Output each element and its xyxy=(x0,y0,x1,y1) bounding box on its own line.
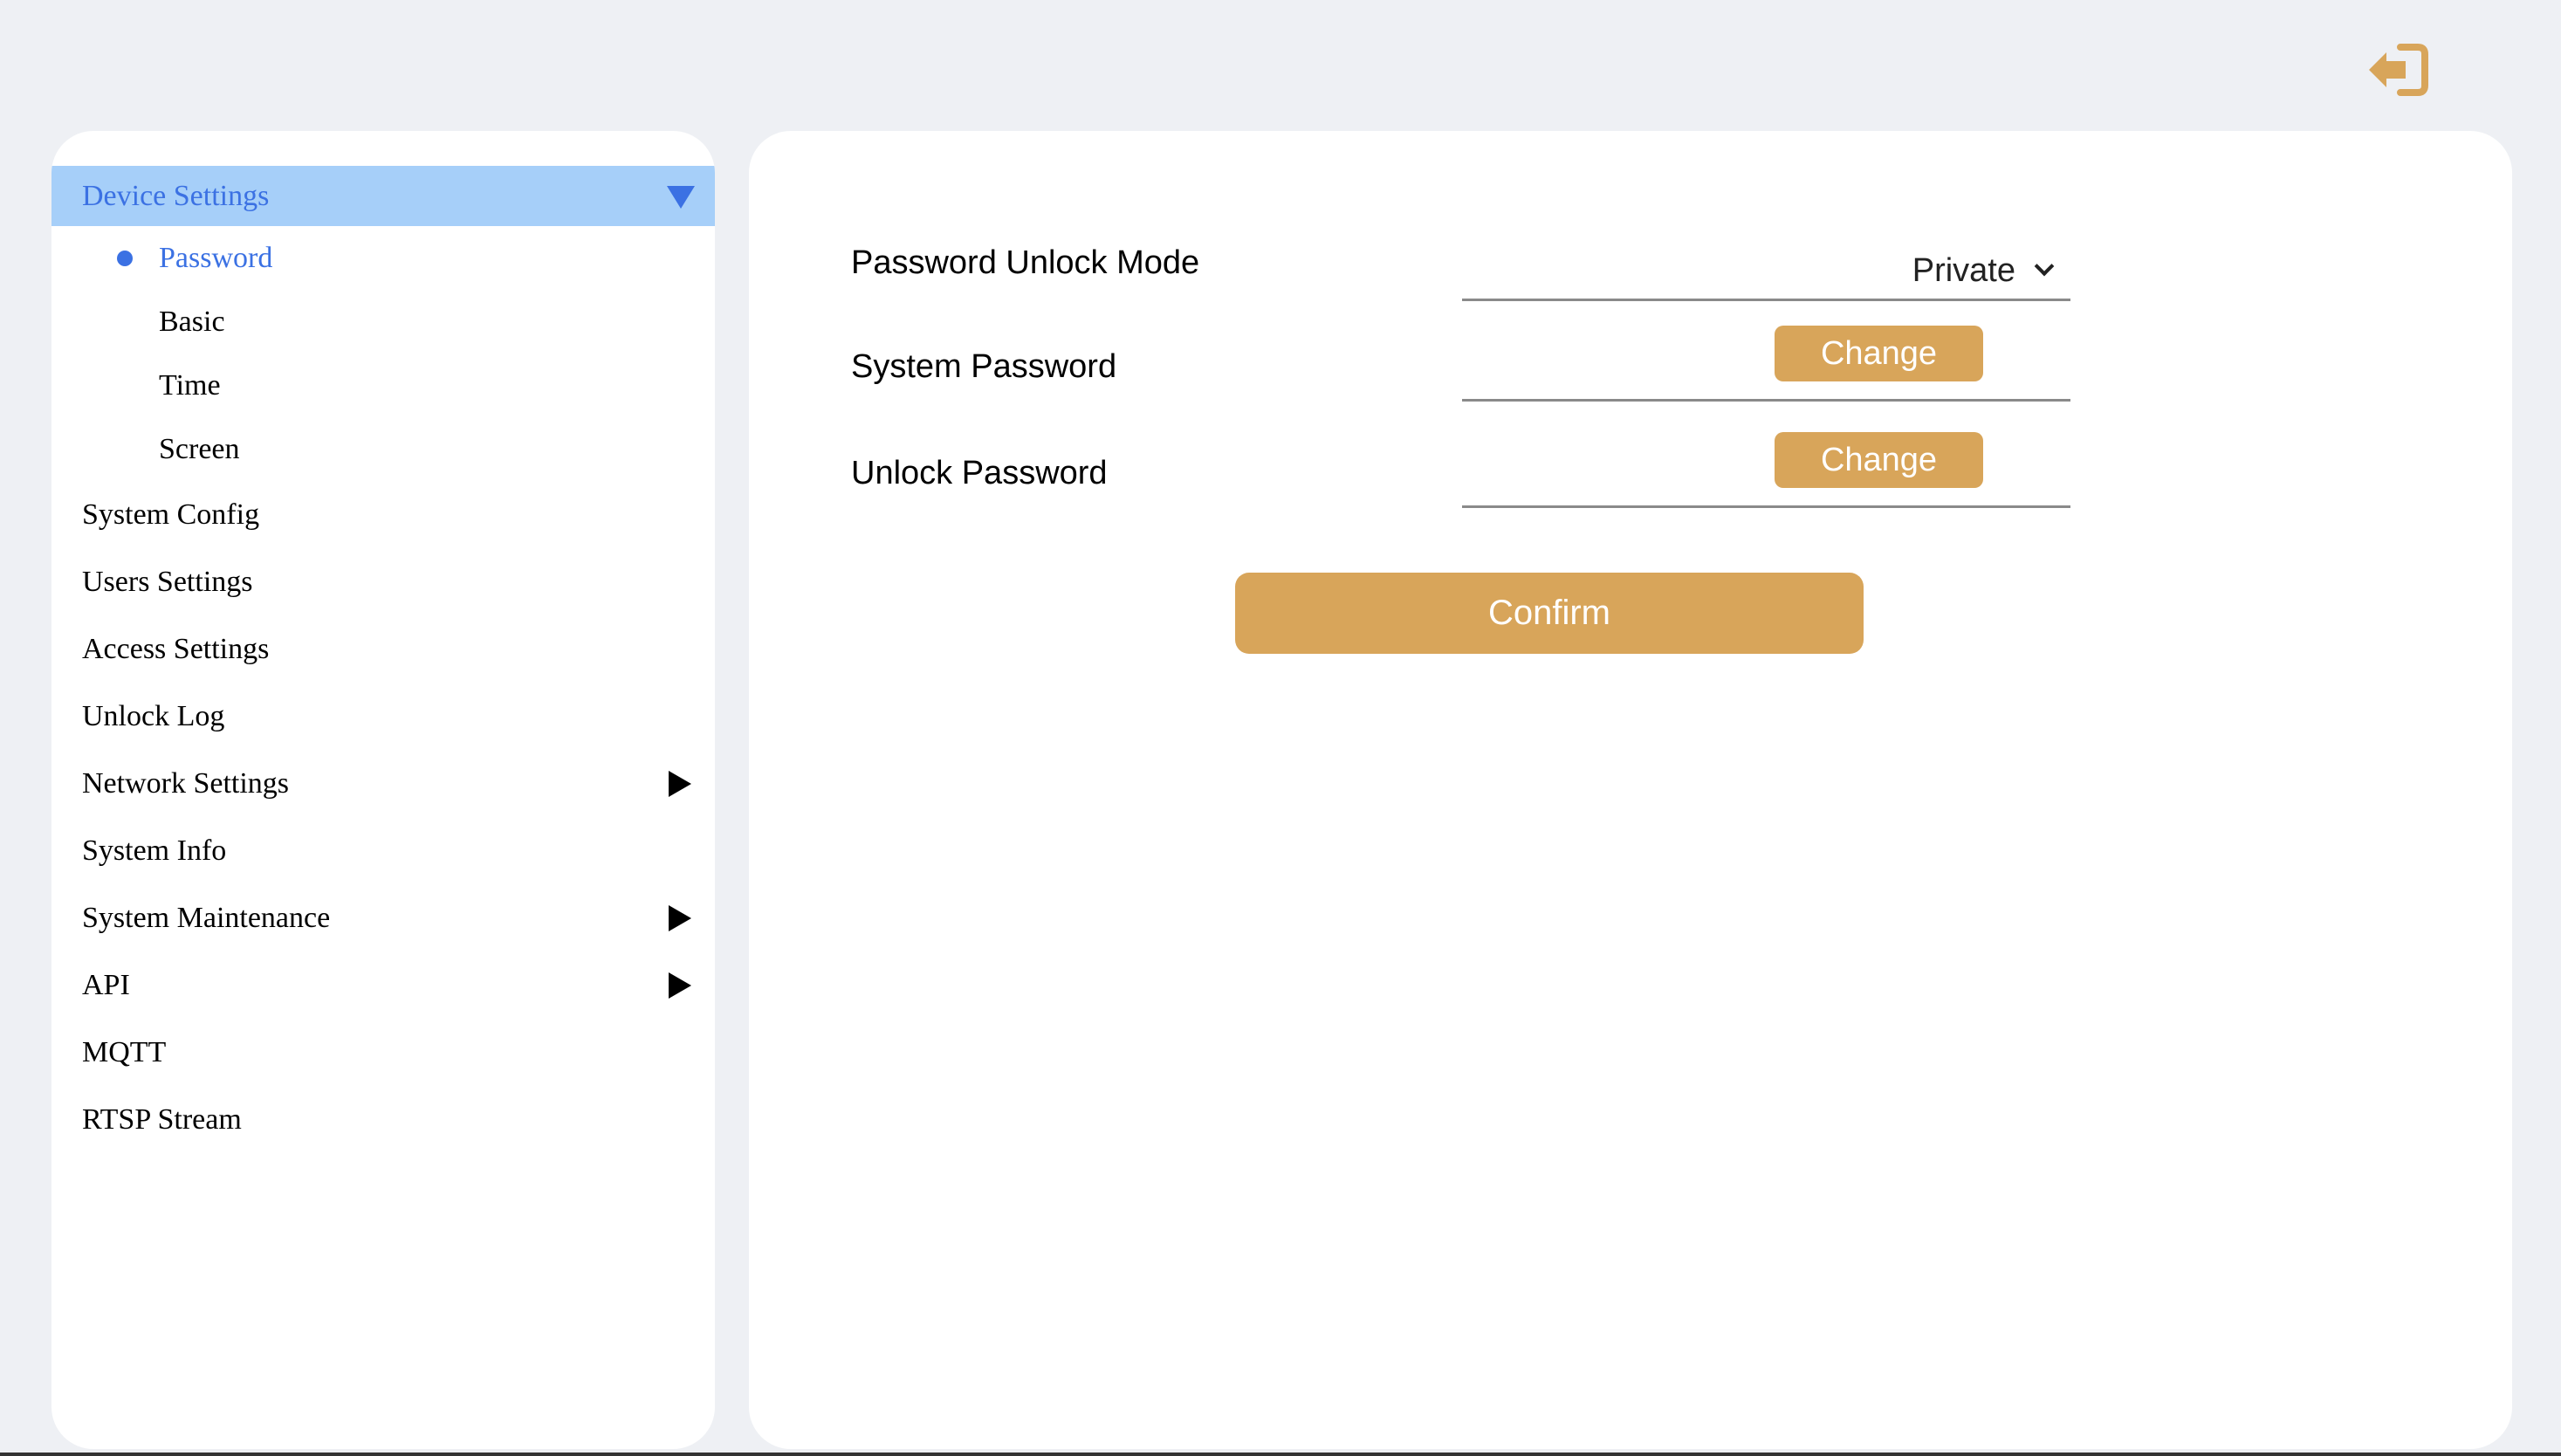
sidebar: Device Settings Password Basic Time Scre… xyxy=(51,131,715,1449)
sidebar-subitem-basic[interactable]: Basic xyxy=(51,290,715,354)
sidebar-subitem-label: Password xyxy=(159,241,273,274)
sidebar-nav: Device Settings Password Basic Time Scre… xyxy=(51,166,715,1153)
bottom-edge xyxy=(0,1453,2561,1456)
caret-down-icon[interactable] xyxy=(667,185,695,209)
sidebar-item-access-settings[interactable]: Access Settings xyxy=(51,615,715,683)
sidebar-item-label: MQTT xyxy=(82,1035,167,1068)
unlock-password-label: Unlock Password xyxy=(851,455,1108,491)
sidebar-subitem-label: Time xyxy=(159,368,221,402)
sidebar-item-label: Unlock Log xyxy=(82,699,225,732)
sidebar-item-users-settings[interactable]: Users Settings xyxy=(51,548,715,615)
chevron-down-icon xyxy=(2034,256,2055,277)
sidebar-item-label: Network Settings xyxy=(82,766,290,800)
confirm-button[interactable]: Confirm xyxy=(1235,573,1864,654)
sidebar-item-label: Access Settings xyxy=(82,632,270,665)
change-system-password-button[interactable]: Change xyxy=(1775,326,1983,381)
bullet-icon xyxy=(117,250,133,266)
sidebar-item-mqtt[interactable]: MQTT xyxy=(51,1019,715,1086)
sidebar-item-header[interactable]: Network Settings xyxy=(51,750,715,817)
sidebar-item-header[interactable]: MQTT xyxy=(51,1019,715,1086)
sidebar-item-label: Users Settings xyxy=(82,565,253,598)
sidebar-item-header[interactable]: Device Settings xyxy=(51,166,715,226)
unlock-mode-label: Password Unlock Mode xyxy=(851,244,1200,281)
system-password-label: System Password xyxy=(851,348,1117,385)
sidebar-item-label: System Config xyxy=(82,498,260,531)
sidebar-subitem-time[interactable]: Time xyxy=(51,354,715,417)
sidebar-item-header[interactable]: Users Settings xyxy=(51,548,715,615)
sidebar-item-header[interactable]: Access Settings xyxy=(51,615,715,683)
unlock-mode-select[interactable]: Private xyxy=(1462,240,2070,301)
sidebar-item-header[interactable]: Unlock Log xyxy=(51,683,715,750)
sidebar-item-header[interactable]: System Maintenance xyxy=(51,884,715,951)
caret-right-icon[interactable] xyxy=(669,904,691,931)
sidebar-item-system-maintenance[interactable]: System Maintenance xyxy=(51,884,715,951)
sidebar-item-system-info[interactable]: System Info xyxy=(51,817,715,884)
sidebar-item-header[interactable]: System Info xyxy=(51,817,715,884)
logout-icon[interactable] xyxy=(2365,42,2428,98)
main-panel: Password Unlock Mode Private System Pass… xyxy=(749,131,2512,1449)
sidebar-item-label: System Maintenance xyxy=(82,901,331,934)
device-settings-submenu: Password Basic Time Screen xyxy=(51,226,715,481)
sidebar-item-header[interactable]: RTSP Stream xyxy=(51,1086,715,1153)
sidebar-item-system-config[interactable]: System Config xyxy=(51,481,715,548)
sidebar-item-unlock-log[interactable]: Unlock Log xyxy=(51,683,715,750)
sidebar-item-device-settings[interactable]: Device Settings Password Basic Time Scre… xyxy=(51,166,715,481)
sidebar-item-header[interactable]: API xyxy=(51,951,715,1019)
sidebar-subitem-label: Screen xyxy=(159,432,240,465)
sidebar-item-label: Device Settings xyxy=(82,179,270,212)
sidebar-item-label: RTSP Stream xyxy=(82,1102,242,1136)
sidebar-subitem-screen[interactable]: Screen xyxy=(51,417,715,481)
unlock-mode-value: Private xyxy=(1912,252,2015,289)
caret-right-icon[interactable] xyxy=(669,972,691,999)
change-unlock-password-button[interactable]: Change xyxy=(1775,432,1983,488)
sidebar-item-header[interactable]: System Config xyxy=(51,481,715,548)
caret-right-icon[interactable] xyxy=(669,770,691,797)
sidebar-item-network-settings[interactable]: Network Settings xyxy=(51,750,715,817)
sidebar-item-label: System Info xyxy=(82,834,227,867)
sidebar-subitem-password[interactable]: Password xyxy=(51,226,715,290)
sidebar-subitem-label: Basic xyxy=(159,305,225,338)
sidebar-item-rtsp-stream[interactable]: RTSP Stream xyxy=(51,1086,715,1153)
sidebar-item-api[interactable]: API xyxy=(51,951,715,1019)
sidebar-item-label: API xyxy=(82,968,130,1001)
